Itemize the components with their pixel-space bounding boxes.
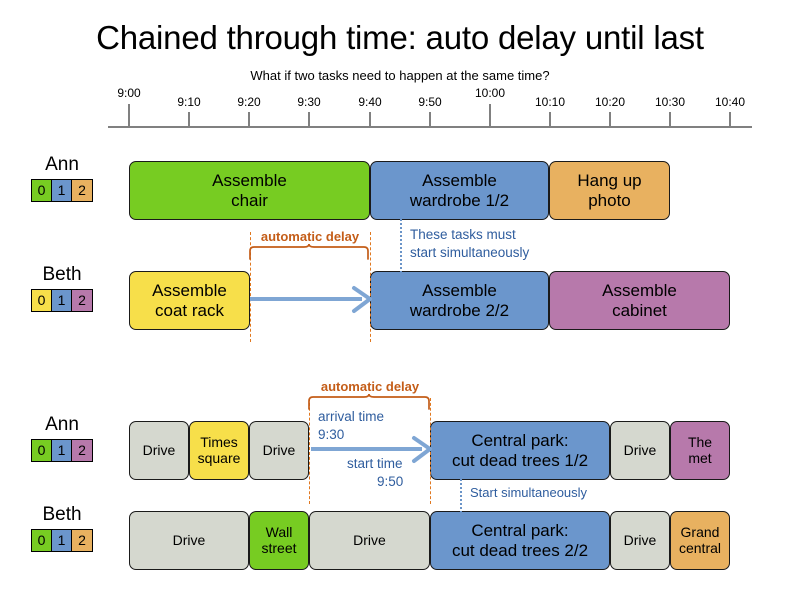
dependency-arrow-1 bbox=[250, 286, 372, 313]
arrival-time-label: arrival time bbox=[318, 409, 385, 424]
legend-cell-1: 1 bbox=[52, 440, 72, 461]
task-bar-label: Drive bbox=[353, 531, 386, 548]
task-bar[interactable]: Wall street bbox=[249, 511, 309, 570]
task-bar[interactable]: Central park: cut dead trees 1/2 bbox=[430, 421, 610, 480]
axis-tick-label-8: 10:20 bbox=[594, 95, 626, 109]
task-bar[interactable]: Times square bbox=[189, 421, 249, 480]
task-bar-label: Assemble cabinet bbox=[602, 281, 677, 320]
task-bar[interactable]: Assemble wardrobe 1/2 bbox=[370, 161, 549, 220]
task-bar-label: Drive bbox=[623, 441, 657, 458]
axis-tick-label-1: 9:10 bbox=[177, 95, 201, 109]
axis-tick-label-0: 9:00 bbox=[117, 86, 141, 100]
legend-cell-1: 1 bbox=[52, 530, 72, 551]
dependency-arrow-2 bbox=[311, 436, 432, 463]
task-bar[interactable]: Assemble wardrobe 2/2 bbox=[370, 271, 549, 330]
task-bar[interactable]: Central park: cut dead trees 2/2 bbox=[430, 511, 610, 570]
axis-tick-10 bbox=[729, 112, 731, 127]
legend-cell-2: 2 bbox=[72, 180, 92, 201]
task-bar-label: Assemble wardrobe 2/2 bbox=[409, 281, 510, 320]
axis-tick-label-9: 10:30 bbox=[654, 95, 686, 109]
simultaneous-dotted-line-2 bbox=[460, 479, 462, 513]
task-bar[interactable]: Hang up photo bbox=[549, 161, 670, 220]
person-name: Ann bbox=[45, 154, 79, 175]
person-color-legend: 012 bbox=[31, 529, 93, 552]
axis-tick-9 bbox=[669, 112, 671, 127]
legend-cell-0: 0 bbox=[32, 290, 52, 311]
task-bar-label: Drive bbox=[262, 441, 296, 458]
page-title: Chained through time: auto delay until l… bbox=[96, 19, 704, 56]
person-label-beth-1: Beth 0 1 2 bbox=[7, 264, 117, 312]
person-label-beth-3: Beth 0 1 2 bbox=[7, 504, 117, 552]
person-name: Ann bbox=[45, 414, 79, 435]
person-label-ann-0: Ann 0 1 2 bbox=[7, 154, 117, 202]
automatic-delay-label-2: automatic delay bbox=[320, 379, 420, 394]
delay-start-dash-2 bbox=[309, 398, 310, 504]
simultaneous-note-1-line1: These tasks must bbox=[410, 227, 516, 242]
task-bar-label: Assemble wardrobe 1/2 bbox=[409, 171, 510, 210]
legend-cell-2: 2 bbox=[72, 440, 92, 461]
legend-cell-0: 0 bbox=[32, 530, 52, 551]
chart-canvas: Chained through time: auto delay until l… bbox=[0, 0, 800, 600]
simultaneous-note-2: Start simultaneously bbox=[470, 485, 588, 500]
task-bar[interactable]: Drive bbox=[249, 421, 309, 480]
task-bar[interactable]: Assemble chair bbox=[129, 161, 370, 220]
task-bar-label: Times square bbox=[197, 433, 241, 466]
person-color-legend: 012 bbox=[31, 439, 93, 462]
task-bar[interactable]: Drive bbox=[610, 511, 670, 570]
axis-tick-4 bbox=[369, 112, 371, 127]
axis-tick-3 bbox=[308, 112, 310, 127]
task-bar[interactable]: Drive bbox=[610, 421, 670, 480]
task-bar[interactable]: Grand central bbox=[670, 511, 730, 570]
legend-cell-1: 1 bbox=[52, 290, 72, 311]
task-bar[interactable]: Assemble coat rack bbox=[129, 271, 250, 330]
task-bar-label: Central park: cut dead trees 1/2 bbox=[451, 431, 589, 470]
task-bar-label: Central park: cut dead trees 2/2 bbox=[451, 521, 589, 560]
task-bar-label: Assemble chair bbox=[212, 171, 287, 210]
task-bar-label: Grand central bbox=[678, 523, 722, 556]
simultaneous-dotted-line-1 bbox=[400, 219, 402, 273]
legend-cell-1: 1 bbox=[52, 180, 72, 201]
legend-cell-0: 0 bbox=[32, 440, 52, 461]
axis-tick-8 bbox=[609, 112, 611, 127]
task-bar-label: Drive bbox=[142, 441, 176, 458]
task-bar-label: Assemble coat rack bbox=[152, 281, 227, 320]
legend-cell-2: 2 bbox=[72, 290, 92, 311]
axis-tick-label-2: 9:20 bbox=[237, 95, 261, 109]
task-bar-label: Wall street bbox=[261, 523, 297, 556]
task-bar[interactable]: The met bbox=[670, 421, 730, 480]
task-bar[interactable]: Drive bbox=[129, 511, 249, 570]
person-color-legend: 012 bbox=[31, 179, 93, 202]
simultaneous-note-1-line2: start simultaneously bbox=[410, 245, 530, 260]
axis-tick-7 bbox=[549, 112, 551, 127]
task-bar-label: Drive bbox=[623, 531, 657, 548]
axis-tick-2 bbox=[248, 112, 250, 127]
axis-tick-6 bbox=[489, 104, 491, 127]
task-bar[interactable]: Drive bbox=[129, 421, 189, 480]
automatic-delay-label-1: automatic delay bbox=[260, 229, 360, 244]
axis-tick-label-4: 9:40 bbox=[358, 95, 382, 109]
axis-tick-label-7: 10:10 bbox=[534, 95, 566, 109]
person-color-legend: 012 bbox=[31, 289, 93, 312]
page-subtitle: What if two tasks need to happen at the … bbox=[250, 68, 550, 83]
axis-tick-label-5: 9:50 bbox=[418, 95, 442, 109]
start-time-value: 9:50 bbox=[377, 474, 404, 489]
legend-cell-0: 0 bbox=[32, 180, 52, 201]
person-label-ann-2: Ann 0 1 2 bbox=[7, 414, 117, 462]
delay-brace-1 bbox=[249, 243, 369, 260]
axis-tick-1 bbox=[188, 112, 190, 127]
task-bar-label: Hang up photo bbox=[577, 171, 642, 210]
task-bar[interactable]: Assemble cabinet bbox=[549, 271, 730, 330]
axis-tick-label-6: 10:00 bbox=[474, 86, 506, 100]
axis-tick-label-3: 9:30 bbox=[297, 95, 321, 109]
person-name: Beth bbox=[42, 504, 82, 525]
axis-tick-0 bbox=[128, 104, 130, 127]
task-bar[interactable]: Drive bbox=[309, 511, 430, 570]
person-name: Beth bbox=[42, 264, 82, 285]
task-bar-label: Drive bbox=[172, 531, 206, 548]
axis-tick-5 bbox=[429, 112, 431, 127]
task-bar-label: The met bbox=[687, 433, 713, 466]
legend-cell-2: 2 bbox=[72, 530, 92, 551]
axis-tick-label-10: 10:40 bbox=[714, 95, 746, 109]
